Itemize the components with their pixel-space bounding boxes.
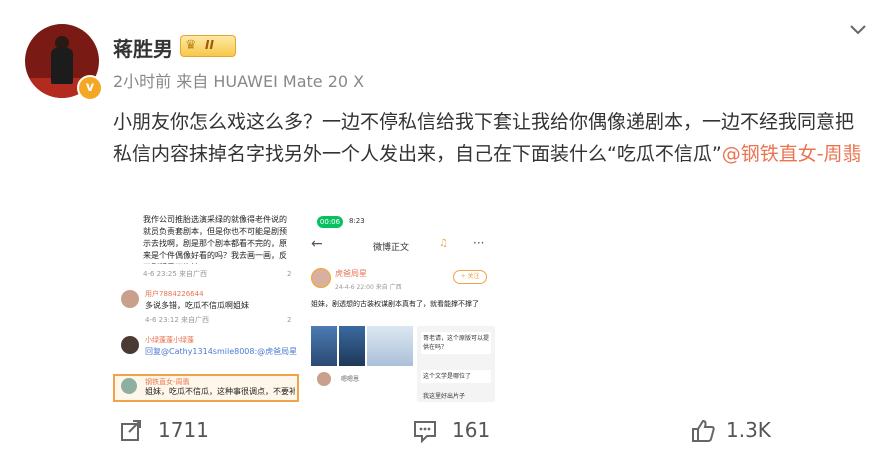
crown-icon: ♛ — [185, 38, 197, 53]
author-name[interactable]: 蒋胜男 — [113, 33, 173, 62]
avatar-figure-body — [51, 48, 73, 84]
right-chat-name: 嗯嗯恩 — [341, 376, 360, 383]
comment-count: 161 — [452, 418, 491, 442]
status-clock: 8:23 — [349, 217, 365, 225]
right-chat-bubble-3: 我这里好出片子 — [423, 393, 466, 400]
action-bar: 1711 161 1.3K — [0, 412, 896, 452]
right-photo-3 — [367, 326, 413, 366]
right-user-avatar — [311, 268, 331, 288]
status-time-pill: 00:06 — [317, 216, 343, 228]
right-photo-2 — [339, 326, 365, 366]
left-top-time: 4-6 23:25 来自广西 — [143, 270, 208, 278]
left-c1-count: 2 — [287, 316, 292, 324]
comment-icon — [414, 421, 436, 444]
like-icon — [692, 419, 715, 442]
image-right[interactable]: 00:06 8:23 ← 微博正文 ♫ ··· 虎爸局星 24-4-6 22:0… — [303, 212, 497, 402]
post-images[interactable]: 我作公司推胎选演采绿的就像得老件说的就员负责套剧本，但是你也不可能是剧预示去找啊… — [113, 212, 497, 402]
more-icon[interactable]: ··· — [473, 236, 484, 250]
left-c1-time: 4-6 23:12 来自广西 — [145, 316, 210, 324]
level-badge[interactable]: ♛ II — [180, 35, 236, 57]
right-chat-bubble-1: 哥老请，这个原版可以提供在吗？ — [421, 332, 491, 354]
back-arrow-icon[interactable]: ← — [311, 236, 323, 252]
right-photo-1 — [311, 326, 337, 366]
like-count: 1.3K — [726, 418, 771, 442]
headphones-icon[interactable]: ♫ — [439, 238, 448, 249]
left-top-text: 我作公司推胎选演采绿的就像得老件说的就员负责套剧本，但是你也不可能是剧预示去找啊… — [143, 215, 287, 264]
image-left[interactable]: 我作公司推胎选演采绿的就像得老件说的就员负责套剧本，但是你也不可能是剧预示去找啊… — [113, 212, 299, 402]
left-c1-name: 用户7884226644 — [145, 290, 204, 298]
verified-badge-icon: v — [77, 75, 103, 101]
right-photo-avatar — [317, 372, 331, 386]
left-c1-avatar — [121, 290, 139, 308]
mention-link[interactable]: @钢铁直女-周翡 — [722, 143, 862, 165]
post-meta: 2小时前 来自 HUAWEI Mate 20 X — [113, 72, 365, 91]
level-label: II — [205, 38, 214, 52]
repost-icon — [121, 420, 141, 441]
repost-count: 1711 — [158, 418, 209, 442]
left-c2-avatar — [121, 336, 139, 354]
left-top-count: 2 — [287, 270, 292, 278]
post-body: 小朋友你怎么戏这么多？一边不停私信给我下套让我给你偶像递剧本，一边不经我同意把私… — [113, 106, 871, 170]
chevron-down-icon[interactable] — [848, 20, 868, 40]
right-chat-bubble-2: 这个文学是哪位了 — [421, 370, 491, 383]
left-c1-text: 多说多错，吃瓜不信瓜啊姐妹 — [145, 301, 249, 310]
right-user-name: 虎爸局星 — [335, 269, 367, 278]
left-c3-text: 姐妹，吃瓜不信瓜，这种事很调点，不要补上一后补 — [145, 387, 295, 396]
left-c2-text: 回复@Cathy1314smile8008:@虎爸局星 — [145, 347, 298, 356]
right-follow-button[interactable]: + 关注 — [453, 270, 487, 284]
left-c3-avatar — [121, 378, 137, 394]
right-post-text: 姐妹，剧透想的古装权谋剧本真有了，就看能撑不撑了 — [311, 300, 479, 308]
left-c2-name: 小绿蓬蓬小绿蓬 — [145, 336, 194, 344]
right-header-title: 微博正文 — [373, 243, 410, 253]
right-user-time: 24-4-6 22:00 来自 广西 — [335, 284, 402, 291]
